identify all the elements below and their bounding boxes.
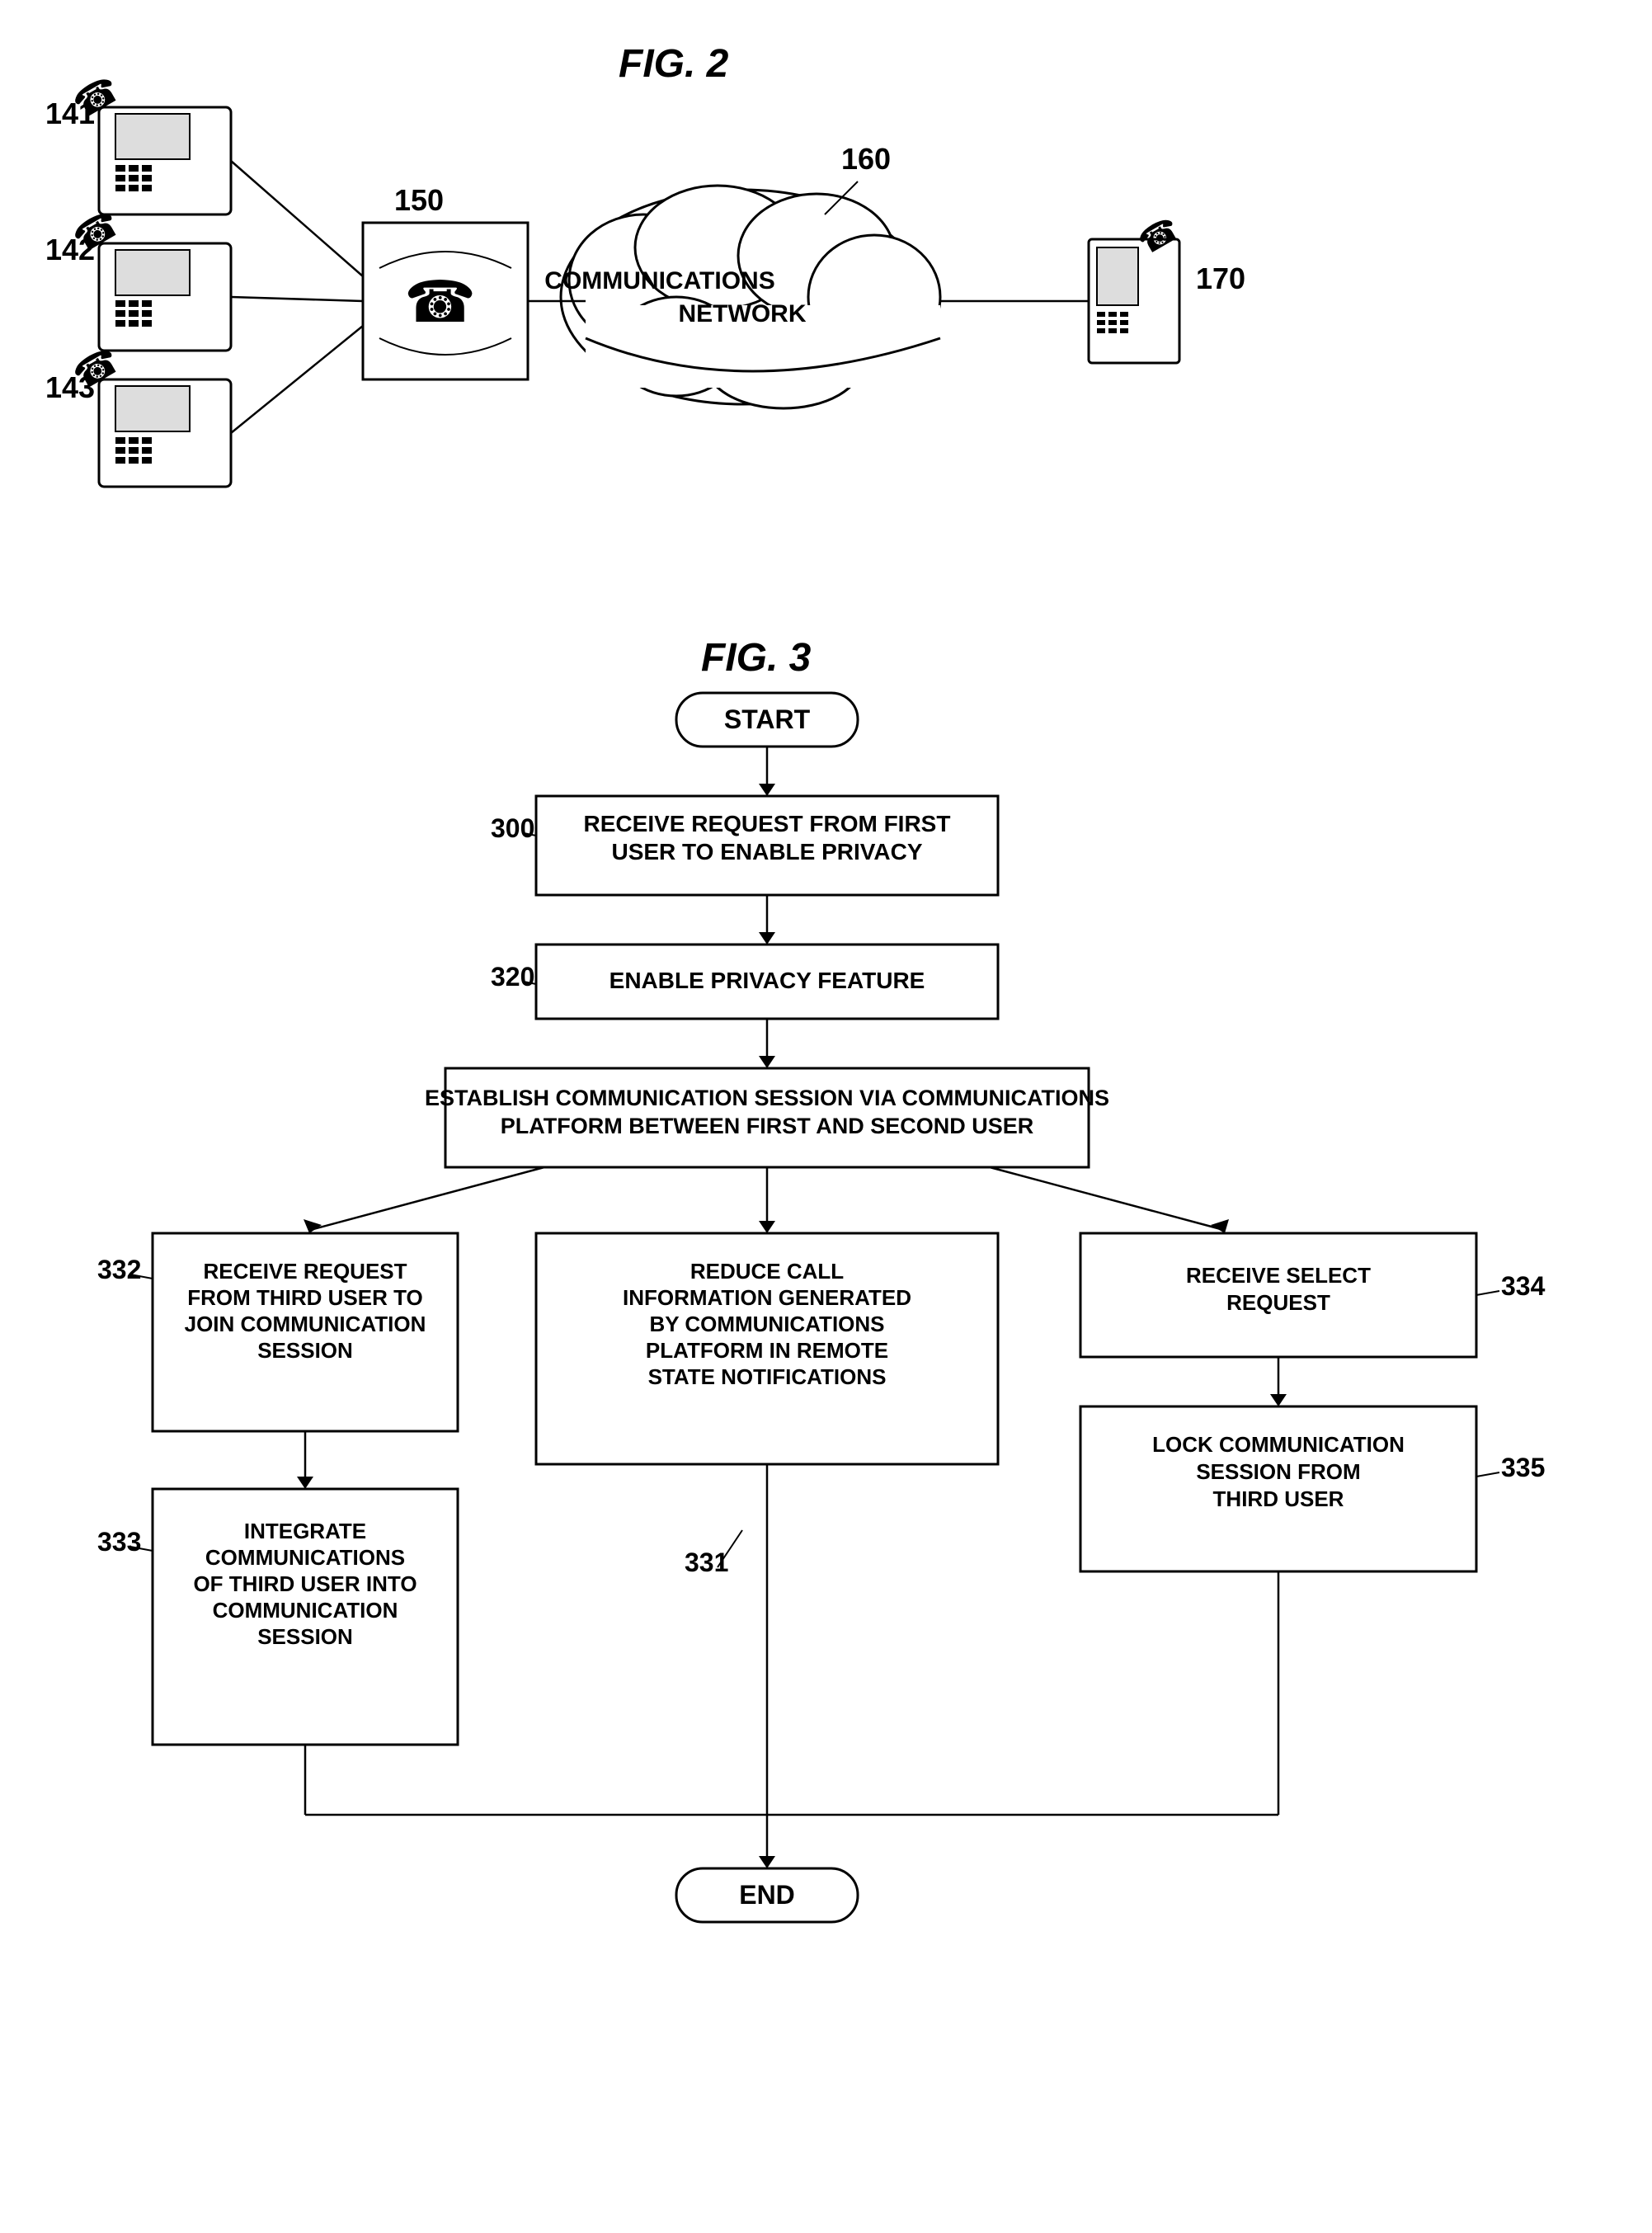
fig2-title: FIG. 2 [619,41,728,87]
fig3-title: FIG. 3 [701,635,811,681]
svg-text:☎: ☎ [404,270,476,334]
svg-text:RECEIVE SELECT: RECEIVE SELECT [1186,1263,1371,1288]
svg-text:☎: ☎ [66,201,127,261]
svg-text:COMMUNICATIONS: COMMUNICATIONS [205,1545,405,1570]
svg-text:160: 160 [841,142,891,176]
svg-text:OF THIRD USER INTO: OF THIRD USER INTO [193,1571,417,1596]
svg-text:334: 334 [1501,1271,1546,1301]
svg-text:ESTABLISH COMMUNICATION SESSIO: ESTABLISH COMMUNICATION SESSION VIA COMM… [425,1086,1109,1110]
svg-text:FROM THIRD USER TO: FROM THIRD USER TO [187,1285,423,1310]
svg-text:INTEGRATE: INTEGRATE [244,1519,366,1543]
svg-text:141: 141 [45,97,95,130]
svg-text:320: 320 [491,962,534,992]
svg-text:PLATFORM BETWEEN FIRST AND SEC: PLATFORM BETWEEN FIRST AND SECOND USER [501,1114,1034,1138]
svg-text:143: 143 [45,370,95,404]
svg-text:☎: ☎ [1132,210,1186,262]
svg-text:333: 333 [97,1527,141,1557]
svg-text:300: 300 [491,813,534,843]
svg-text:USER TO ENABLE PRIVACY: USER TO ENABLE PRIVACY [611,839,922,864]
svg-text:330: 330 [491,1086,534,1115]
svg-text:THIRD USER: THIRD USER [1213,1486,1344,1511]
svg-text:☎: ☎ [66,338,127,398]
svg-text:☎: ☎ [66,67,127,126]
svg-text:170: 170 [1196,261,1245,295]
fig3-svg: START 300 RECEIVE REQUEST FROM FIRST USE… [0,619,1652,2227]
svg-text:SESSION: SESSION [257,1624,353,1649]
svg-text:331: 331 [685,1548,728,1577]
svg-text:ENABLE PRIVACY FEATURE: ENABLE PRIVACY FEATURE [609,968,925,993]
svg-text:PLATFORM IN REMOTE: PLATFORM IN REMOTE [646,1338,888,1363]
svg-text:INFORMATION GENERATED: INFORMATION GENERATED [623,1285,911,1310]
fig2-svg: ☎ 141 ☎ 142 ☎ 143 ☎ [0,25,1652,586]
svg-text:REDUCE CALL: REDUCE CALL [690,1259,844,1284]
fig3-diagram: FIG. 3 START 300 RECEIVE REQUEST FROM FI… [0,619,1652,2186]
svg-text:142: 142 [45,233,95,266]
svg-text:END: END [739,1880,795,1910]
svg-text:NETWORK: NETWORK [679,300,807,327]
svg-text:332: 332 [97,1255,141,1284]
svg-text:SESSION FROM: SESSION FROM [1196,1459,1360,1484]
svg-text:STATE NOTIFICATIONS: STATE NOTIFICATIONS [648,1364,887,1389]
svg-text:COMMUNICATIONS: COMMUNICATIONS [544,267,774,294]
svg-text:COMMUNICATION: COMMUNICATION [213,1598,398,1623]
svg-text:BY COMMUNICATIONS: BY COMMUNICATIONS [649,1312,884,1336]
svg-text:335: 335 [1501,1453,1545,1482]
svg-text:REQUEST: REQUEST [1226,1290,1330,1315]
svg-text:START: START [724,704,811,734]
svg-text:RECEIVE REQUEST: RECEIVE REQUEST [203,1259,407,1284]
svg-text:150: 150 [394,183,444,217]
fig2-diagram: FIG. 2 ☎ 141 ☎ 142 [0,25,1652,586]
svg-text:RECEIVE REQUEST FROM FIRST: RECEIVE REQUEST FROM FIRST [584,811,951,836]
svg-text:JOIN COMMUNICATION: JOIN COMMUNICATION [185,1312,426,1336]
svg-text:LOCK COMMUNICATION: LOCK COMMUNICATION [1152,1432,1405,1457]
svg-text:SESSION: SESSION [257,1338,353,1363]
